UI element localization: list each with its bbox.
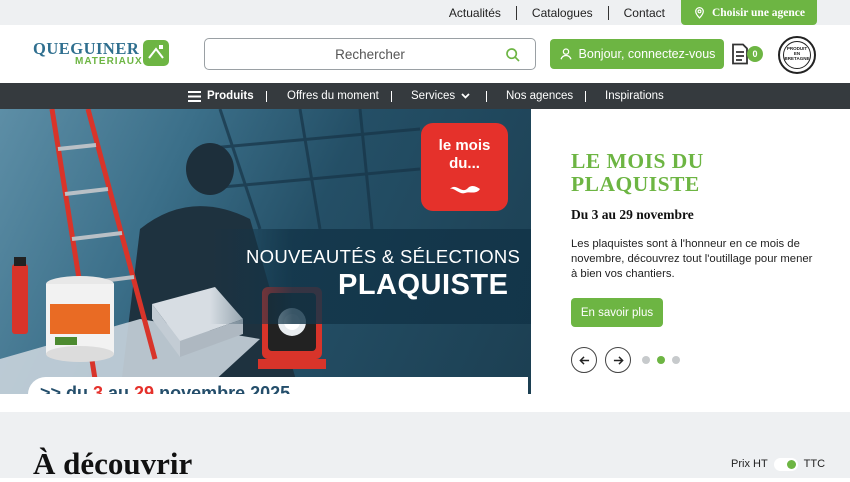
search-input[interactable] [205, 39, 535, 69]
login-label: Bonjour, connectez-vous [578, 47, 716, 61]
link-actualites[interactable]: Actualités [449, 6, 501, 20]
toggle-knob [786, 459, 796, 469]
discover-section: À découvrir Prix HT TTC [0, 412, 850, 481]
chevron-down-icon [461, 93, 470, 99]
choose-agency-button[interactable]: Choisir une agence [681, 0, 817, 25]
divider [515, 5, 517, 20]
top-utility-bar: Actualités Catalogues Contact Choisir un… [0, 0, 850, 25]
nav-services-label: Services [411, 90, 456, 102]
produit-en-bretagne-seal: PRODUIT EN BRETAGNE [778, 36, 816, 74]
nav-divider [266, 91, 267, 102]
date-suffix: novembre 2025 [154, 383, 291, 394]
carousel-prev-button[interactable] [571, 347, 597, 373]
carousel-dot[interactable] [672, 356, 680, 364]
learn-more-button[interactable]: En savoir plus [571, 298, 663, 327]
badge-line2: du... [449, 155, 480, 172]
nav-produits-label: Produits [207, 90, 254, 102]
promo-banner-image[interactable]: le mois du... NOUVEAUTÉS & SÉLECTIONS PL… [0, 109, 531, 394]
banner-headline: NOUVEAUTÉS & SÉLECTIONS [246, 246, 521, 267]
quote-cart[interactable]: 0 [731, 43, 765, 67]
nav-inspirations-label: Inspirations [605, 90, 664, 102]
date-end-day: 29 [134, 383, 155, 394]
badge-line1: le mois [438, 137, 491, 154]
logo-mark-icon [143, 40, 169, 66]
price-ttc-label: TTC [803, 458, 826, 470]
date-prefix: >> du [40, 383, 94, 394]
link-contact[interactable]: Contact [624, 6, 665, 20]
hero-section: le mois du... NOUVEAUTÉS & SÉLECTIONS PL… [0, 109, 850, 412]
wave-icon [450, 186, 480, 194]
seal-text: PRODUIT EN BRETAGNE [783, 41, 811, 69]
divider [607, 5, 609, 20]
date-mid: au [103, 383, 135, 394]
nav-offres-label: Offres du moment [287, 90, 379, 102]
utility-links: Actualités Catalogues Contact [449, 0, 665, 25]
link-catalogues[interactable]: Catalogues [532, 6, 593, 20]
nav-divider [486, 91, 487, 102]
price-toggle-switch[interactable] [773, 457, 798, 471]
site-header: QUEGUINER MATERIAUX Bonjour, connectez-v… [0, 25, 850, 83]
search-icon[interactable] [505, 47, 521, 63]
main-navigation: Produits Offres du moment Services Nos a… [0, 83, 850, 109]
price-ht-label: Prix HT [731, 458, 768, 470]
user-icon [559, 48, 572, 60]
cart-count-badge: 0 [747, 46, 763, 62]
banner-date: >> du 3 au 29 novembre 2025 [40, 383, 290, 394]
nav-services[interactable]: Services [411, 83, 470, 109]
arrow-left-icon [578, 355, 589, 365]
login-button[interactable]: Bonjour, connectez-vous [550, 39, 724, 69]
date-start-day: 3 [93, 383, 104, 394]
nav-agences-label: Nos agences [506, 90, 574, 102]
location-pin-icon [695, 7, 704, 19]
price-toggle: Prix HT TTC [731, 456, 825, 472]
carousel-dot[interactable] [642, 356, 650, 364]
promo-title: LE MOIS DU PLAQUISTE [571, 149, 704, 196]
banner-date-pill: >> du 3 au 29 novembre 2025 [28, 377, 528, 394]
hamburger-menu-icon [188, 90, 201, 102]
nav-divider [585, 91, 586, 102]
carousel-dot-active[interactable] [657, 356, 665, 364]
discover-title: À découvrir [33, 446, 193, 481]
nav-divider [391, 91, 392, 102]
banner-headline-big: PLAQUISTE [338, 269, 509, 301]
site-logo[interactable]: QUEGUINER MATERIAUX [33, 39, 173, 71]
nav-inspirations[interactable]: Inspirations [605, 83, 664, 109]
promo-subtitle: Du 3 au 29 novembre [571, 207, 694, 222]
le-mois-du-badge: le mois du... [421, 123, 508, 211]
search-bar [204, 38, 536, 70]
promo-description: Les plaquistes sont à l'honneur en ce mo… [571, 238, 813, 280]
arrow-right-icon [613, 355, 624, 365]
carousel-next-button[interactable] [605, 347, 631, 373]
nav-produits[interactable]: Produits [188, 83, 254, 109]
nav-offres[interactable]: Offres du moment [287, 83, 379, 109]
choose-agency-label: Choisir une agence [711, 6, 806, 19]
logo-subtext: MATERIAUX [75, 56, 143, 67]
nav-agences[interactable]: Nos agences [506, 83, 573, 109]
